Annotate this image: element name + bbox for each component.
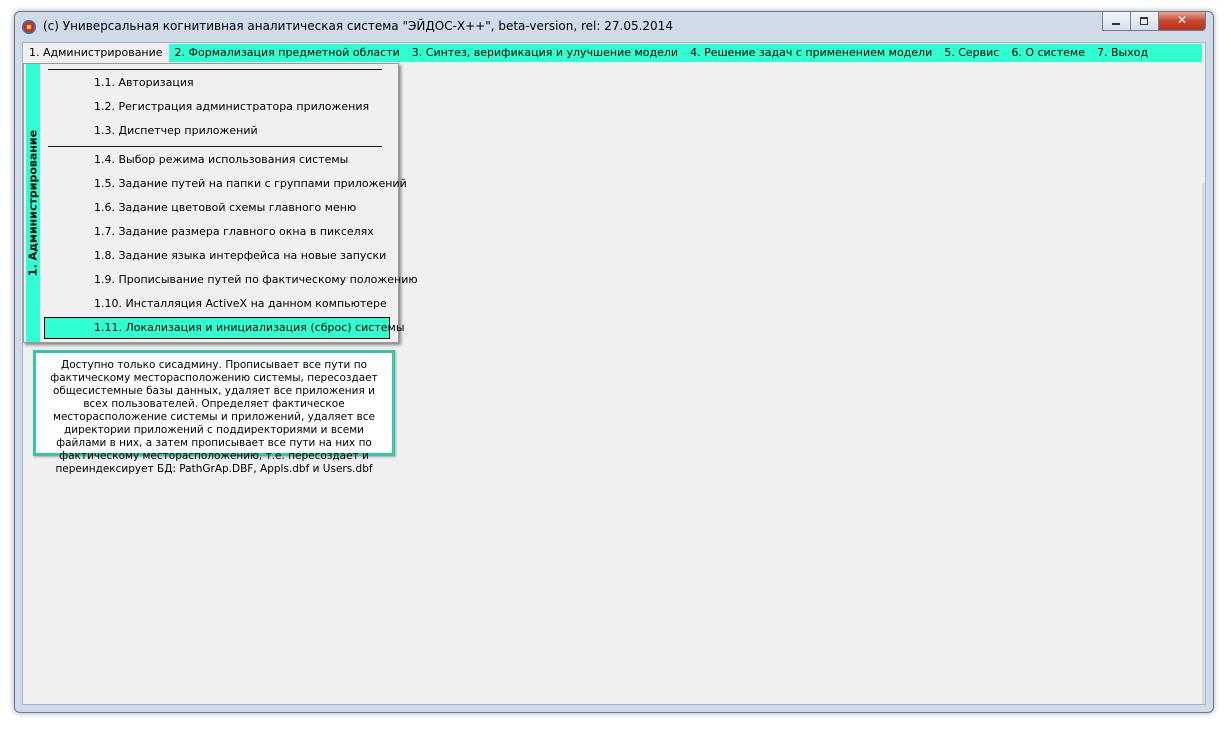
minimize-button[interactable] <box>1102 12 1131 31</box>
caption-buttons: ✕ <box>1102 12 1206 31</box>
menu-item-interface-language[interactable]: 1.8. Задание языка интерфейса на новые з… <box>94 247 386 265</box>
client-area: 1. Администрирование 2. Формализация пре… <box>22 42 1206 705</box>
administration-dropdown: 1. Администрирование 1.1. Авторизация 1.… <box>23 63 418 343</box>
menu-synthesis[interactable]: 3. Синтез, верификация и улучшение модел… <box>406 44 684 62</box>
menu-item-app-group-paths[interactable]: 1.5. Задание путей на папки с группами п… <box>94 175 407 193</box>
menu-formalization[interactable]: 2. Формализация предметной области <box>169 44 406 62</box>
menu-about[interactable]: 6. О системе <box>1005 44 1091 62</box>
menu-item-register-admin[interactable]: 1.2. Регистрация администратора приложен… <box>94 98 369 116</box>
main-window: (c) Универсальная когнитивная аналитичес… <box>14 11 1214 713</box>
menu-separator <box>48 69 382 70</box>
menu-exit[interactable]: 7. Выход <box>1091 44 1154 62</box>
menu-item-usage-mode[interactable]: 1.4. Выбор режима использования системы <box>94 151 348 169</box>
menu-solving[interactable]: 4. Решение задач с применением модели <box>684 44 938 62</box>
title-bar[interactable]: (c) Универсальная когнитивная аналитичес… <box>15 12 1213 42</box>
menu-item-color-scheme[interactable]: 1.6. Задание цветовой схемы главного мен… <box>94 199 356 217</box>
close-button[interactable]: ✕ <box>1159 12 1206 31</box>
maximize-button[interactable] <box>1131 12 1159 31</box>
menu-administration[interactable]: 1. Администрирование <box>23 44 169 62</box>
app-logo-icon[interactable] <box>22 20 36 34</box>
menu-item-path-registration[interactable]: 1.9. Прописывание путей по фактическому … <box>94 271 418 289</box>
scrollbar-edge <box>1202 183 1205 704</box>
menu-item-localization-reset[interactable]: 1.11. Локализация и инициализация (сброс… <box>44 317 405 339</box>
window-title: (c) Универсальная когнитивная аналитичес… <box>43 19 673 33</box>
dropdown-strip-label: 1. Администрирование <box>26 129 40 277</box>
menu-item-authorization[interactable]: 1.1. Авторизация <box>94 74 194 92</box>
dropdown-side-strip: 1. Администрирование <box>26 64 40 342</box>
menu-service[interactable]: 5. Сервис <box>938 44 1005 62</box>
menu-item-activex-install[interactable]: 1.10. Инсталляция ActiveX на данном комп… <box>94 295 387 313</box>
main-menu-bar: 1. Администрирование 2. Формализация пре… <box>23 44 1202 62</box>
menu-item-tooltip: Доступно только сисадмину. Прописывает в… <box>33 350 395 475</box>
menu-separator <box>48 146 382 147</box>
menu-item-window-size[interactable]: 1.7. Задание размера главного окна в пик… <box>94 223 374 241</box>
menu-item-app-manager[interactable]: 1.3. Диспетчер приложений <box>94 122 258 140</box>
